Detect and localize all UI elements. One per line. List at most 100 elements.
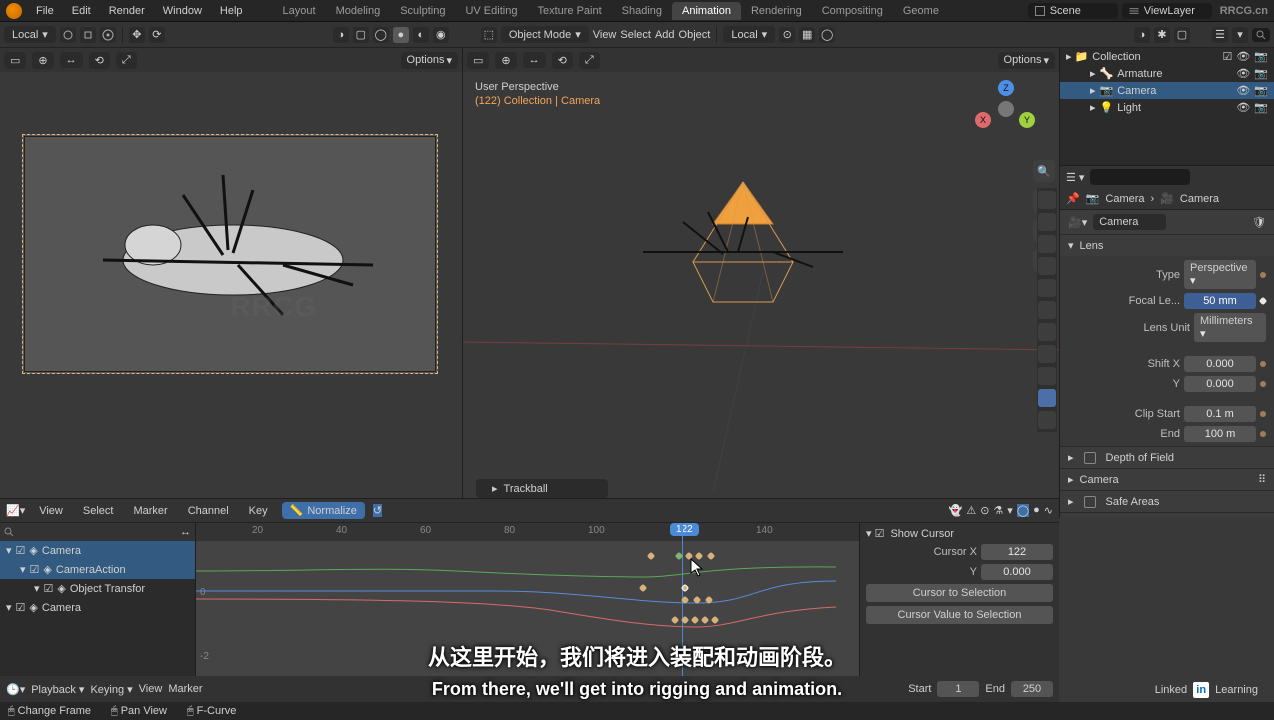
frame-ruler[interactable]: 20406080100122140122 bbox=[196, 523, 859, 541]
tab-layout[interactable]: Layout bbox=[273, 2, 326, 20]
select-menu[interactable]: Select bbox=[620, 29, 651, 41]
dof-checkbox[interactable] bbox=[1084, 452, 1096, 464]
shading-material-icon[interactable]: ◐ bbox=[413, 27, 429, 43]
snap-icon[interactable] bbox=[80, 27, 96, 43]
camera-vis-icon[interactable]: 📷 bbox=[1254, 50, 1268, 63]
graph-editor-icon[interactable]: 📈▾ bbox=[6, 504, 25, 517]
cursor-to-selection-button[interactable]: Cursor to Selection bbox=[866, 584, 1053, 602]
properties-editor-icon[interactable]: ☰ ▾ bbox=[1066, 171, 1084, 184]
right-options-dropdown[interactable]: Options ▾ bbox=[998, 52, 1055, 69]
menu-edit[interactable]: Edit bbox=[64, 3, 99, 19]
chevron-icon[interactable]: ▸ bbox=[1090, 84, 1096, 97]
axis-x-icon[interactable]: X bbox=[975, 112, 991, 128]
view-menu[interactable]: View bbox=[593, 29, 617, 41]
graph-select-menu[interactable]: Select bbox=[77, 503, 120, 519]
shading-rendered-icon[interactable]: ◉ bbox=[433, 27, 449, 43]
r-tool-cursor-icon[interactable]: ⊕ bbox=[495, 52, 516, 69]
keyframe-dot[interactable] bbox=[1260, 381, 1266, 387]
outliner-collection-row[interactable]: ▸ 📁 Collection ☑ 👁 📷 bbox=[1060, 48, 1274, 65]
crumb-b[interactable]: Camera bbox=[1180, 193, 1219, 205]
checkbox-icon[interactable]: ☑ bbox=[16, 601, 26, 614]
outliner-search[interactable] bbox=[1252, 28, 1270, 42]
arc-icon[interactable]: ⟳ bbox=[149, 27, 165, 43]
proportional-icon[interactable] bbox=[100, 27, 116, 43]
expand-icon[interactable]: ▾ bbox=[34, 582, 40, 595]
bg-checkbox[interactable] bbox=[1084, 518, 1096, 519]
tab-compositing[interactable]: Compositing bbox=[812, 2, 893, 20]
ptab-render-icon[interactable] bbox=[1038, 191, 1056, 209]
left-orientation-dropdown[interactable]: Local ▾ bbox=[4, 26, 56, 43]
show-cursor-row[interactable]: ▾ ☑ Show Cursor bbox=[866, 527, 1053, 540]
keyframe-dot[interactable] bbox=[1260, 361, 1266, 367]
eye-icon[interactable]: 👁 bbox=[1236, 50, 1250, 63]
tab-geometry[interactable]: Geome bbox=[893, 2, 949, 20]
ptab-texture-icon[interactable] bbox=[1038, 411, 1056, 429]
outliner-item-camera[interactable]: ▸ 📷 Camera👁📷 bbox=[1060, 82, 1274, 99]
r-tool-select-icon[interactable]: ▭ bbox=[467, 52, 489, 69]
viewlayer-selector[interactable]: ViewLayer bbox=[1122, 3, 1212, 19]
outliner-item-light[interactable]: ▸ 💡 Light👁📷 bbox=[1060, 99, 1274, 116]
tab-rendering[interactable]: Rendering bbox=[741, 2, 812, 20]
left-options-dropdown[interactable]: Options ▾ bbox=[401, 52, 458, 69]
overlay2-icon[interactable]: ◑ bbox=[1134, 27, 1150, 43]
eye-icon[interactable]: 👁 bbox=[1236, 84, 1250, 97]
dof-panel-header[interactable]: ▸ Depth of Field bbox=[1060, 447, 1274, 468]
tool-select-box-icon[interactable]: ▭ bbox=[4, 52, 26, 69]
channel-object-transfor[interactable]: ▾☑◈Object Transfor bbox=[0, 579, 195, 598]
camera-vis-icon[interactable]: 📷 bbox=[1254, 101, 1268, 114]
shiftx-input[interactable]: 0.000 bbox=[1184, 356, 1256, 372]
properties-panel[interactable]: 🎥▾ Camera 🛡 ▾ Lens TypePerspective ▾ Foc… bbox=[1060, 210, 1274, 518]
checkbox-icon[interactable]: ☑ bbox=[1222, 50, 1232, 63]
camera-selector-row[interactable]: 🎥▾ Camera 🛡 bbox=[1060, 210, 1274, 234]
lens-panel-header[interactable]: ▾ Lens bbox=[1060, 235, 1274, 256]
checkbox-icon[interactable]: ☑ bbox=[44, 582, 54, 595]
timeline-view-menu[interactable]: View bbox=[139, 683, 163, 695]
timeline-marker-menu[interactable]: Marker bbox=[168, 683, 202, 695]
filters-icon[interactable]: ⚗ bbox=[993, 504, 1003, 517]
overlay-toggle-icon[interactable]: ◑ bbox=[333, 27, 349, 43]
handle1-icon[interactable]: ● bbox=[1033, 504, 1040, 517]
ptab-output-icon[interactable] bbox=[1038, 213, 1056, 231]
proportional2-icon[interactable]: ◯ bbox=[819, 27, 835, 43]
cursorx-input[interactable]: 122 bbox=[981, 544, 1053, 560]
bg-images-header[interactable]: ▸ Background Images bbox=[1060, 513, 1274, 518]
type-dropdown[interactable]: Perspective ▾ bbox=[1184, 260, 1256, 289]
left-viewport-body[interactable]: RRCG bbox=[0, 72, 462, 518]
axis-z-icon[interactable]: Z bbox=[998, 80, 1014, 96]
checkbox-icon[interactable]: ☑ bbox=[30, 563, 40, 576]
proportional-graph-icon[interactable]: ◯ bbox=[1017, 504, 1029, 517]
tool-scale-icon[interactable]: ⤢ bbox=[116, 52, 137, 69]
safe-areas-header[interactable]: ▸ Safe Areas bbox=[1060, 491, 1274, 512]
cursory-input[interactable]: 0.000 bbox=[981, 564, 1053, 580]
tool-move-icon[interactable]: ↔ bbox=[60, 52, 83, 68]
r-tool-rotate-icon[interactable]: ⟲ bbox=[552, 52, 573, 69]
camera-name-field[interactable]: Camera bbox=[1093, 214, 1166, 230]
cursor-value-to-selection-button[interactable]: Cursor Value to Selection bbox=[866, 606, 1053, 624]
graph-channel-menu[interactable]: Channel bbox=[182, 503, 235, 519]
gizmo2-icon[interactable]: ✱ bbox=[1154, 27, 1170, 43]
xray2-icon[interactable]: ▢ bbox=[1174, 27, 1190, 43]
playback-menu[interactable]: Playback ▾ bbox=[31, 683, 84, 696]
expand-icon[interactable]: ▾ bbox=[6, 544, 12, 557]
ptab-physics-icon[interactable] bbox=[1038, 345, 1056, 363]
warn-icon[interactable]: ⚠ bbox=[966, 504, 976, 517]
menu-help[interactable]: Help bbox=[212, 3, 251, 19]
outliner-editor-icon[interactable]: ☰ bbox=[1212, 27, 1228, 43]
keyframe-dot[interactable] bbox=[1260, 411, 1266, 417]
cursor-icon[interactable]: ✥ bbox=[129, 27, 145, 43]
graph-marker-menu[interactable]: Marker bbox=[127, 503, 173, 519]
tab-modeling[interactable]: Modeling bbox=[326, 2, 391, 20]
safe-checkbox[interactable] bbox=[1084, 496, 1096, 508]
current-frame-marker[interactable]: 122 bbox=[670, 523, 699, 536]
channel-collapse-icon[interactable]: ↔ bbox=[180, 526, 191, 538]
channel-camera[interactable]: ▾☑◈Camera bbox=[0, 541, 195, 560]
shifty-input[interactable]: 0.000 bbox=[1184, 376, 1256, 392]
keyframe-dot[interactable] bbox=[1260, 431, 1266, 437]
xray-icon[interactable]: ▢ bbox=[353, 27, 369, 43]
filter-icon[interactable]: ▾ bbox=[1232, 27, 1248, 43]
end-frame-input[interactable]: 250 bbox=[1011, 681, 1053, 697]
menu-render[interactable]: Render bbox=[101, 3, 153, 19]
expand-icon[interactable]: ▾ bbox=[20, 563, 26, 576]
tab-animation[interactable]: Animation bbox=[672, 2, 741, 20]
r-tool-move-icon[interactable]: ↔ bbox=[523, 52, 546, 68]
